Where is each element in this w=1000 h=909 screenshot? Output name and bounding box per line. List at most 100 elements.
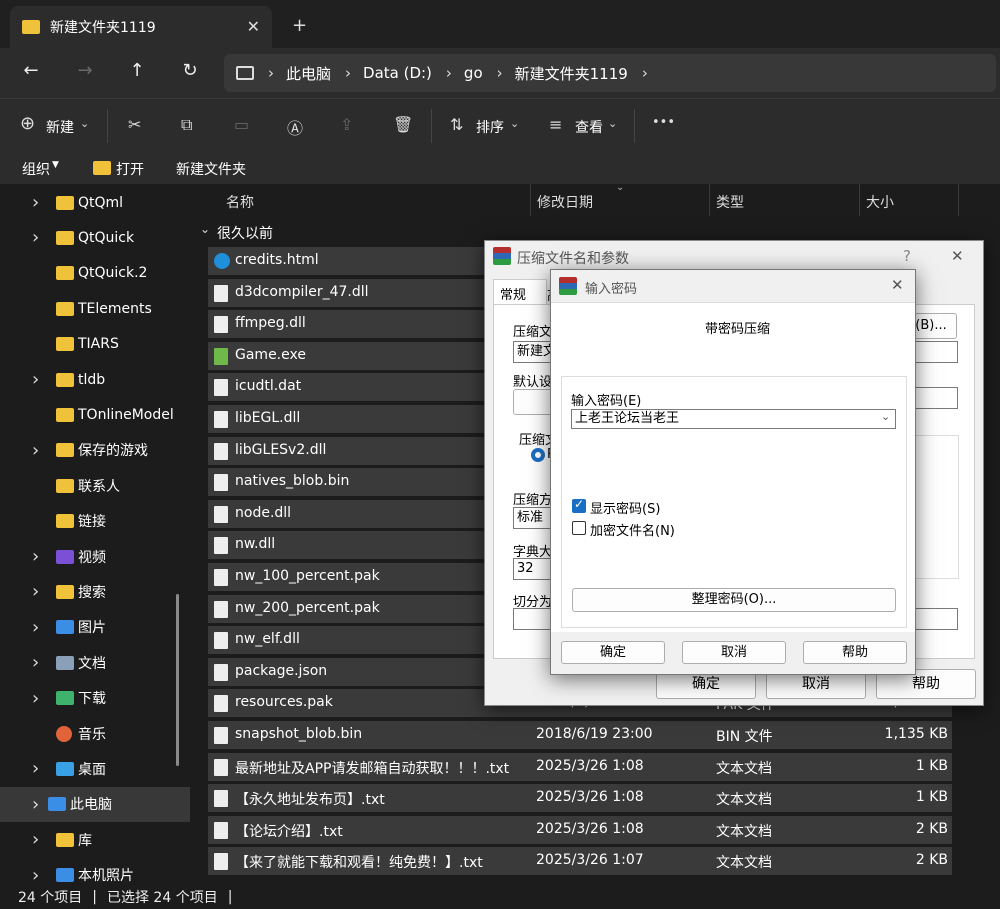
chevron-right-icon[interactable]: › — [642, 64, 648, 82]
chevron-down-icon[interactable]: ⌄ — [510, 117, 519, 130]
back-icon[interactable]: ← — [18, 60, 44, 81]
sidebar-item[interactable]: › QtQuick — [0, 220, 190, 255]
file-row[interactable]: 【永久地址发布页】.txt 2025/3/26 1:08 文本文档 1 KB — [208, 784, 952, 813]
up-icon[interactable]: ↑ — [124, 60, 150, 81]
expand-chevron-icon[interactable]: › — [32, 546, 39, 567]
organize-passwords-button[interactable]: 整理密码(O)... — [572, 588, 896, 612]
refresh-icon[interactable]: ↻ — [177, 60, 203, 81]
sidebar-item[interactable]: › 图片 — [0, 610, 190, 645]
column-divider[interactable] — [859, 184, 860, 216]
sidebar-item[interactable]: TElements — [0, 291, 190, 326]
expand-chevron-icon[interactable]: › — [32, 617, 39, 638]
column-divider[interactable] — [709, 184, 710, 216]
new-button[interactable]: 新建 — [46, 117, 74, 137]
forward-icon[interactable]: → — [72, 60, 98, 81]
sidebar-item[interactable]: 音乐 — [0, 716, 190, 751]
chevron-right-icon[interactable]: › — [268, 64, 274, 82]
cancel-button[interactable]: 取消 — [682, 641, 786, 664]
chevron-down-icon[interactable]: ⌄ — [881, 410, 890, 423]
sort-icon[interactable]: ⇅ — [450, 115, 463, 134]
help-button[interactable]: 帮助 — [803, 641, 907, 664]
new-plus-icon[interactable]: ⊕ — [20, 113, 35, 134]
new-folder-button[interactable]: 新建文件夹 — [176, 159, 246, 179]
open-button[interactable]: 打开 — [116, 159, 144, 179]
sidebar-scrollbar[interactable] — [176, 594, 179, 766]
expand-chevron-icon[interactable]: › — [32, 369, 39, 390]
sidebar-item[interactable]: › 桌面 — [0, 751, 190, 786]
password-input[interactable]: 上老王论坛当老王 — [571, 409, 896, 429]
breadcrumb-go[interactable]: go — [464, 64, 483, 82]
breadcrumb-drive[interactable]: Data (D:) — [363, 64, 432, 82]
rar-format-radio[interactable] — [531, 448, 545, 462]
sidebar-item-label: 联系人 — [78, 478, 120, 495]
close-icon[interactable]: ✕ — [951, 247, 964, 265]
sidebar-item[interactable]: › 此电脑 — [0, 786, 190, 822]
sidebar-item[interactable]: › 搜索 — [0, 574, 190, 609]
view-button[interactable]: 查看 — [575, 117, 603, 137]
rename-icon[interactable]: Ⓐ — [287, 115, 303, 139]
more-options-icon[interactable]: ••• — [652, 115, 675, 130]
close-icon[interactable]: ✕ — [891, 276, 904, 294]
sidebar-item[interactable]: › tldb — [0, 362, 190, 397]
sidebar-item[interactable]: TOnlineModel — [0, 397, 190, 432]
close-tab-icon[interactable]: ✕ — [247, 17, 260, 36]
title-bar: 新建文件夹1119 ✕ + — [0, 0, 1000, 48]
chevron-right-icon[interactable]: › — [497, 64, 503, 82]
show-password-checkbox[interactable]: ✓ — [572, 497, 586, 513]
view-icon[interactable]: ≡ — [549, 115, 562, 134]
ok-button[interactable]: 确定 — [561, 641, 665, 664]
sidebar-item[interactable]: › 保存的游戏 — [0, 433, 190, 468]
file-row[interactable]: 【论坛介绍】.txt 2025/3/26 1:08 文本文档 2 KB — [208, 815, 952, 844]
file-row[interactable]: 【来了就能下载和观看！纯免费！】.txt 2025/3/26 1:07 文本文档 2 … — [208, 847, 952, 876]
column-name[interactable]: 名称 — [226, 192, 254, 212]
delete-icon[interactable]: 🗑 — [393, 115, 413, 134]
expand-chevron-icon[interactable]: › — [32, 829, 39, 850]
sidebar-item[interactable]: › 下载 — [0, 681, 190, 716]
group-header[interactable]: 很久以前 — [217, 223, 273, 243]
address-bar[interactable]: › 此电脑 › Data (D:) › go › 新建文件夹1119 › — [224, 54, 996, 92]
expand-chevron-icon[interactable]: › — [32, 688, 39, 709]
sidebar-item[interactable]: QtQuick.2 — [0, 256, 190, 291]
sidebar-item[interactable]: 联系人 — [0, 468, 190, 503]
group-collapse-icon[interactable]: ⌄ — [200, 222, 210, 236]
sidebar-item[interactable]: › 视频 — [0, 539, 190, 574]
expand-chevron-icon[interactable]: › — [32, 652, 39, 673]
column-divider[interactable] — [530, 184, 531, 216]
file-row[interactable]: snapshot_blob.bin 2018/6/19 23:00 BIN 文件 1,… — [208, 721, 952, 749]
explorer-tab[interactable]: 新建文件夹1119 ✕ — [10, 6, 272, 48]
expand-chevron-icon[interactable]: › — [32, 440, 39, 461]
expand-chevron-icon[interactable]: › — [32, 192, 39, 213]
encrypt-filenames-checkbox[interactable] — [572, 521, 586, 535]
expand-chevron-icon[interactable]: › — [32, 758, 39, 779]
expand-chevron-icon[interactable]: › — [32, 581, 39, 602]
help-icon[interactable]: ? — [903, 247, 911, 265]
cut-icon[interactable]: ✂ — [128, 115, 141, 134]
column-date[interactable]: 修改日期 — [537, 192, 593, 212]
chevron-down-icon[interactable]: ⌄ — [608, 117, 617, 130]
sidebar-item[interactable]: › 文档 — [0, 645, 190, 680]
share-icon[interactable]: ⇪ — [340, 115, 353, 134]
organize-menu[interactable]: 组织 — [22, 159, 50, 179]
sort-button[interactable]: 排序 — [476, 117, 504, 137]
paste-icon[interactable]: ▭ — [234, 115, 249, 134]
copy-icon[interactable]: ⧉ — [181, 115, 192, 135]
chevron-right-icon[interactable]: › — [446, 64, 452, 82]
column-type[interactable]: 类型 — [716, 192, 744, 212]
sidebar-item[interactable]: › 库 — [0, 822, 190, 857]
breadcrumb-folder[interactable]: 新建文件夹1119 — [515, 63, 628, 84]
expand-chevron-icon[interactable]: › — [32, 227, 39, 248]
dropdown-arrow-icon[interactable]: ▼ — [52, 160, 59, 170]
sidebar-item[interactable]: TIARS — [0, 327, 190, 362]
expand-chevron-icon[interactable]: › — [32, 794, 39, 815]
breadcrumb-this-pc[interactable]: 此电脑 — [286, 63, 331, 84]
chevron-down-icon[interactable]: ⌄ — [80, 117, 89, 130]
sidebar-item[interactable]: › QtQml — [0, 185, 190, 220]
sidebar-item[interactable]: 链接 — [0, 504, 190, 539]
expand-chevron-icon[interactable]: › — [32, 865, 39, 886]
file-row[interactable]: 最新地址及APP请发邮箱自动获取！！！.txt 2025/3/26 1:08 文本文… — [208, 752, 952, 781]
column-size[interactable]: 大小 — [866, 192, 894, 212]
tab-general[interactable]: 常规 — [493, 279, 547, 305]
chevron-right-icon[interactable]: › — [345, 64, 351, 82]
column-divider[interactable] — [958, 184, 959, 216]
new-tab-button[interactable]: + — [292, 15, 307, 36]
